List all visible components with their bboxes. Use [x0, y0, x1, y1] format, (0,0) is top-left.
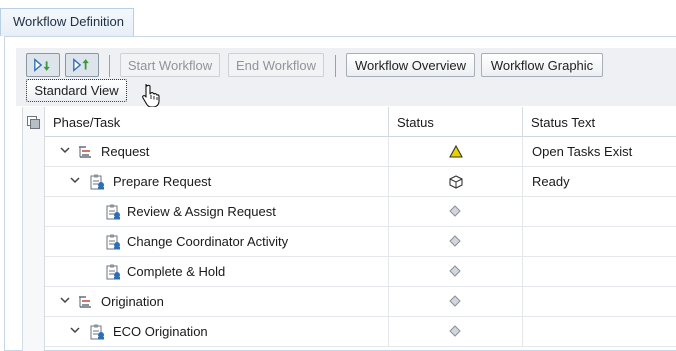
task-clipboard-icon — [90, 174, 104, 190]
row-selector[interactable] — [23, 257, 45, 287]
collapse-all-icon — [73, 58, 89, 72]
table-row[interactable]: Change Coordinator Activity — [23, 227, 676, 257]
hand-cursor-icon — [142, 84, 160, 108]
column-header-status[interactable]: Status — [389, 107, 523, 137]
column-header-phase-task[interactable]: Phase/Task — [45, 107, 389, 137]
row-selector[interactable] — [23, 317, 45, 347]
task-label: Prepare Request — [113, 174, 212, 189]
inactive-diamond-icon — [449, 295, 461, 307]
status-text — [523, 197, 676, 227]
tab-workflow-definition[interactable]: Workflow Definition — [0, 8, 134, 36]
workflow-overview-button[interactable]: Workflow Overview — [346, 53, 475, 77]
chevron-down-icon[interactable] — [69, 324, 81, 336]
task-label: Review & Assign Request — [127, 204, 276, 219]
task-label: Origination — [101, 294, 164, 309]
task-label: Complete & Hold — [127, 264, 226, 279]
workflow-graphic-button[interactable]: Workflow Graphic — [481, 53, 603, 77]
row-selector[interactable] — [23, 347, 45, 351]
task-label: ECO Origination — [113, 324, 208, 339]
status-text: Ready — [532, 174, 570, 189]
status-text — [523, 257, 676, 287]
select-all-cell[interactable] — [23, 107, 45, 137]
workflow-tree-table: Phase/Task Status Status Text Request Op… — [22, 107, 676, 351]
table-row[interactable]: Request Open Tasks Exist — [23, 137, 676, 167]
status-text — [523, 317, 676, 347]
task-clipboard-icon — [106, 204, 120, 220]
status-text: Open Tasks Exist — [532, 144, 633, 159]
task-label: Change Coordinator Activity — [127, 234, 289, 249]
tab-strip: Workflow Definition — [0, 0, 676, 36]
chevron-down-icon[interactable] — [59, 294, 71, 306]
table-row[interactable]: Review & Assign Request — [23, 197, 676, 227]
inactive-diamond-icon — [449, 325, 461, 337]
task-clipboard-icon — [106, 264, 120, 280]
table-row[interactable]: Origination — [23, 287, 676, 317]
table-header: Phase/Task Status Status Text — [23, 107, 676, 137]
inactive-diamond-icon — [449, 205, 461, 217]
task-clipboard-icon — [90, 324, 104, 340]
chevron-down-icon[interactable] — [59, 144, 71, 156]
row-selector[interactable] — [23, 167, 45, 197]
table-row[interactable] — [23, 347, 676, 351]
status-text — [523, 227, 676, 257]
inactive-diamond-icon — [449, 265, 461, 277]
warning-triangle-icon — [449, 145, 463, 158]
inactive-diamond-icon — [449, 235, 461, 247]
row-selector[interactable] — [23, 137, 45, 167]
task-clipboard-icon — [106, 234, 120, 250]
table-row[interactable]: Prepare Request Ready — [23, 167, 676, 197]
task-label: Request — [101, 144, 150, 159]
chevron-down-icon[interactable] — [69, 174, 81, 186]
toolbar-separator — [109, 55, 110, 77]
row-selector[interactable] — [23, 227, 45, 257]
table-row[interactable]: Complete & Hold — [23, 257, 676, 287]
standard-view-button[interactable]: Standard View — [26, 79, 127, 102]
expand-all-icon — [34, 58, 50, 72]
expand-all-button[interactable] — [26, 53, 60, 77]
toolbar-separator — [335, 55, 336, 77]
status-text — [523, 287, 676, 317]
table-row[interactable]: ECO Origination — [23, 317, 676, 347]
ready-cube-icon — [449, 175, 463, 189]
row-selector[interactable] — [23, 287, 45, 317]
phase-icon — [79, 296, 91, 308]
column-header-status-text[interactable]: Status Text — [523, 107, 676, 137]
row-selector[interactable] — [23, 197, 45, 227]
end-workflow-button[interactable]: End Workflow — [228, 53, 324, 77]
phase-icon — [79, 146, 91, 158]
start-workflow-button[interactable]: Start Workflow — [120, 53, 220, 77]
select-all-icon — [27, 116, 40, 129]
collapse-all-button[interactable] — [65, 53, 99, 77]
